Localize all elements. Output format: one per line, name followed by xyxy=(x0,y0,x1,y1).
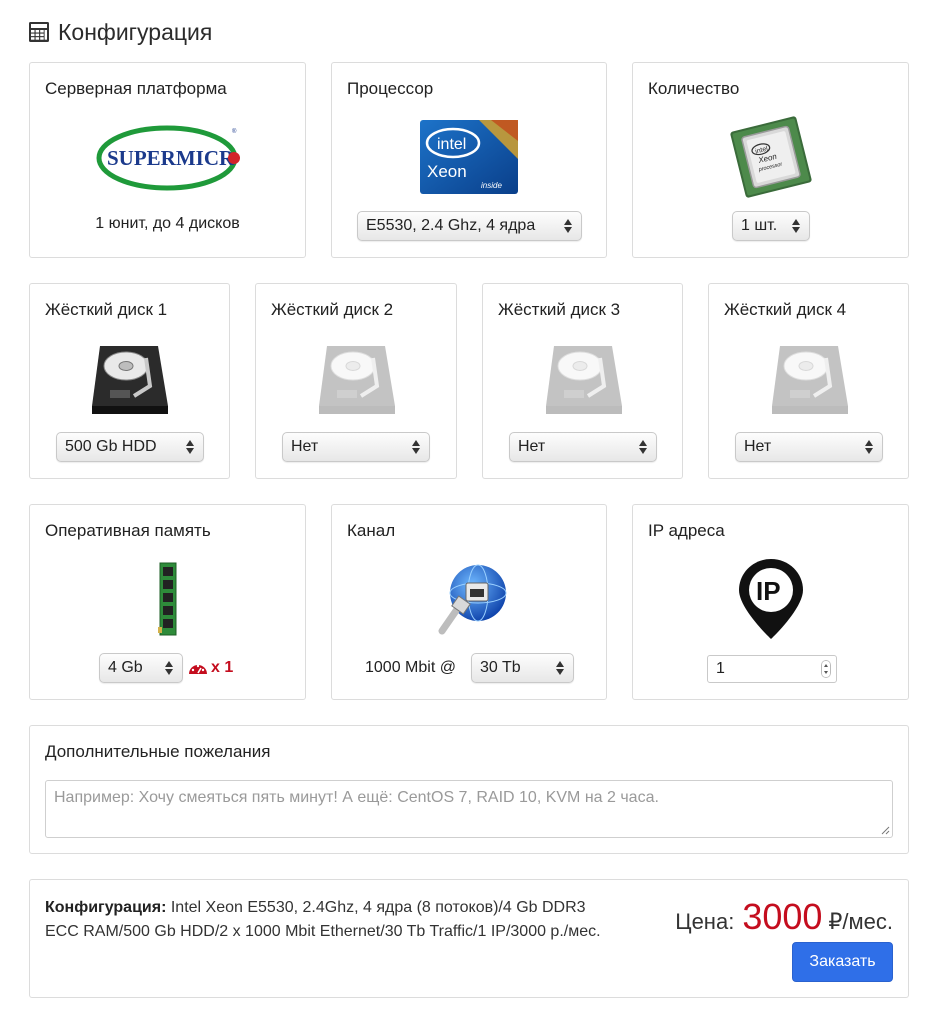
svg-text:SUPERMICR: SUPERMICR xyxy=(107,146,235,170)
processor-select[interactable]: E5530, 2.4 Ghz, 4 ядра xyxy=(357,211,582,241)
disk-card-1: Жёсткий диск 1 500 Gb HDD xyxy=(29,283,230,479)
processor-title: Процессор xyxy=(347,79,434,98)
ip-count-value: 1 xyxy=(716,660,725,677)
svg-text:intel: intel xyxy=(437,136,466,153)
notes-textarea[interactable]: Например: Хочу смеяться пять минут! А ещ… xyxy=(45,780,893,838)
disk-card-4: Жёсткий диск 4 Нет xyxy=(708,283,909,479)
price: Цена: 3000 ₽/мес. xyxy=(675,896,893,938)
svg-text:Xeon: Xeon xyxy=(427,162,467,181)
disk-select-2[interactable]: Нет xyxy=(282,432,430,462)
notes-card: Дополнительные пожелания Например: Хочу … xyxy=(29,725,909,854)
ram-title: Оперативная память xyxy=(45,521,211,540)
disk-title: Жёсткий диск 2 xyxy=(271,300,394,319)
intel-xeon-inside-icon: intel Xeon inside xyxy=(420,120,518,194)
ram-card: Оперативная память 4 Gb x 1 xyxy=(29,504,306,700)
disk-title: Жёсткий диск 1 xyxy=(45,300,168,319)
updown-arrow-icon xyxy=(792,219,800,233)
svg-text:inside: inside xyxy=(481,181,502,190)
disk-card-3: Жёсткий диск 3 Нет xyxy=(482,283,683,479)
hard-disk-icon xyxy=(772,346,848,414)
summary-label: Конфигурация: xyxy=(45,899,167,916)
order-button[interactable]: Заказать xyxy=(792,942,893,982)
processor-select-value: E5530, 2.4 Ghz, 4 ядра xyxy=(366,217,536,234)
svg-text:®: ® xyxy=(232,128,237,135)
processor-card: Процессор intel Xeon inside E5530, 2.4 G… xyxy=(331,62,607,258)
hard-disk-icon xyxy=(319,346,395,414)
network-globe-icon xyxy=(438,564,507,635)
ram-select[interactable]: 4 Gb xyxy=(99,653,183,683)
updown-arrow-icon xyxy=(412,440,420,454)
ram-multiplier: x 1 xyxy=(211,659,234,676)
supermicro-logo: SUPERMICR ® xyxy=(96,125,240,191)
disk-select-value: Нет xyxy=(291,438,319,455)
updown-arrow-icon xyxy=(639,440,647,454)
speedometer-icon xyxy=(189,664,207,674)
summary-card: Конфигурация: Intel Xeon E5530, 2.4Ghz, … xyxy=(29,879,909,998)
config-summary: Конфигурация: Intel Xeon E5530, 2.4Ghz, … xyxy=(45,896,615,944)
disk-title: Жёсткий диск 3 xyxy=(498,300,621,319)
ip-count-input[interactable]: 1 xyxy=(707,655,837,683)
platform-description: 1 юнит, до 4 дисков xyxy=(95,215,240,232)
quantity-title: Количество xyxy=(648,79,740,98)
ip-card: IP адреса IP 1 xyxy=(632,504,909,700)
quantity-select-value: 1 шт. xyxy=(741,217,778,234)
channel-speed: 1000 Mbit @ xyxy=(365,659,456,676)
platform-title: Серверная платформа xyxy=(45,79,227,98)
stepper-arrows-icon[interactable] xyxy=(821,660,831,678)
price-amount: 3000 xyxy=(742,896,823,937)
disk-select-value: Нет xyxy=(744,438,772,455)
ram-module-icon xyxy=(158,562,177,636)
updown-arrow-icon xyxy=(556,661,564,675)
config-heading: Конфигурация xyxy=(28,16,212,48)
channel-select[interactable]: 30 Tb xyxy=(471,653,574,683)
updown-arrow-icon xyxy=(165,661,173,675)
price-label: Цена: xyxy=(675,909,735,934)
xeon-processor-chip-icon: intel Xeon processor xyxy=(730,116,812,198)
disk-select-3[interactable]: Нет xyxy=(509,432,657,462)
disk-select-value: 500 Gb HDD xyxy=(65,438,157,455)
price-suffix: ₽/мес. xyxy=(828,909,893,934)
updown-arrow-icon xyxy=(186,440,194,454)
quantity-select[interactable]: 1 шт. xyxy=(732,211,810,241)
page-title: Конфигурация xyxy=(58,18,213,45)
notes-placeholder: Например: Хочу смеяться пять минут! А ещ… xyxy=(54,789,659,806)
platform-card: Серверная платформа SUPERMICR ® 1 юнит, … xyxy=(29,62,306,258)
channel-card: Канал 1000 Mbit @ 30 Tb xyxy=(331,504,607,700)
updown-arrow-icon xyxy=(564,219,572,233)
disk-select-1[interactable]: 500 Gb HDD xyxy=(56,432,204,462)
updown-arrow-icon xyxy=(865,440,873,454)
channel-title: Канал xyxy=(347,521,396,540)
channel-select-value: 30 Tb xyxy=(480,659,521,676)
disk-select-4[interactable]: Нет xyxy=(735,432,883,462)
notes-title: Дополнительные пожелания xyxy=(45,742,271,761)
hard-disk-icon xyxy=(92,346,168,414)
resize-grip-icon[interactable] xyxy=(881,826,890,835)
hard-disk-icon xyxy=(546,346,622,414)
quantity-card: Количество intel Xeon processor 1 шт. xyxy=(632,62,909,258)
disk-select-value: Нет xyxy=(518,438,546,455)
disk-title: Жёсткий диск 4 xyxy=(724,300,847,319)
ram-select-value: 4 Gb xyxy=(108,659,143,676)
calculator-icon xyxy=(29,22,49,42)
ip-location-pin-icon: IP xyxy=(739,559,803,639)
disk-card-2: Жёсткий диск 2 Нет xyxy=(255,283,457,479)
svg-text:IP: IP xyxy=(756,576,781,606)
ip-title: IP адреса xyxy=(648,521,725,540)
